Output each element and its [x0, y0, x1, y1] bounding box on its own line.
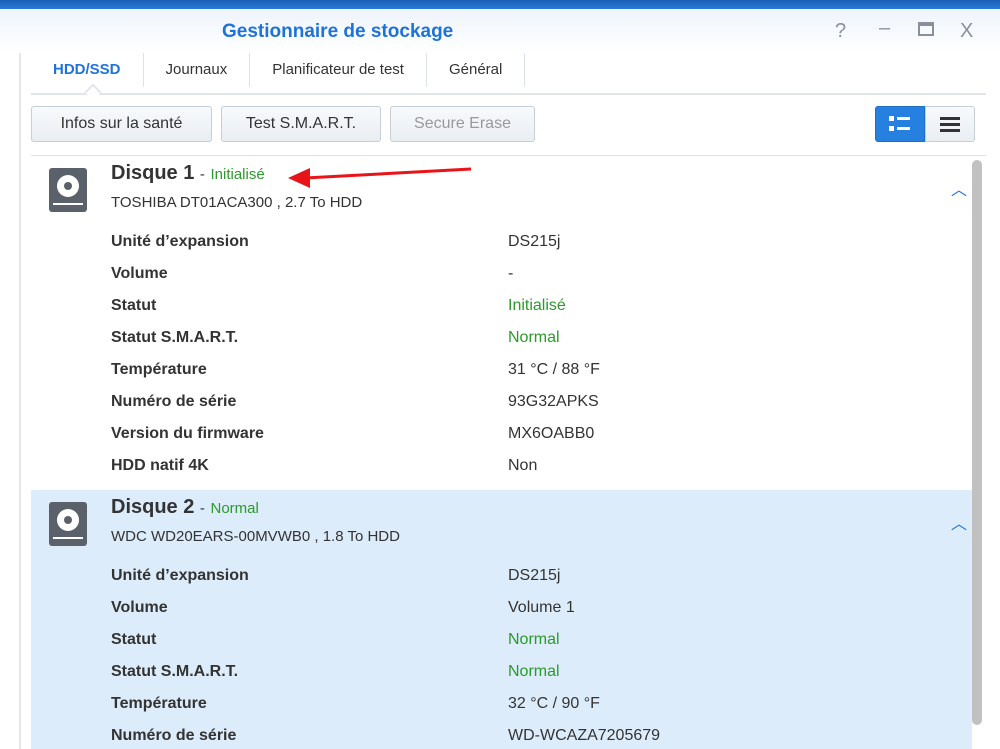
separator: - [199, 500, 205, 517]
detail-row: Numéro de série 93G32APKS [111, 386, 972, 418]
detail-row: Volume Volume 1 [111, 592, 972, 624]
tab-general[interactable]: Général [427, 53, 526, 87]
detail-row: Unité d’expansion DS215j [111, 226, 972, 258]
detail-list-icon [889, 116, 910, 131]
detail-label: Volume [111, 599, 168, 616]
detail-row: Volume - [111, 258, 972, 290]
tab-planificateur[interactable]: Planificateur de test [250, 53, 427, 87]
detail-row: Version du firmware MX6OABB0 [111, 418, 972, 450]
detail-row: Température 31 °C / 88 °F [111, 354, 972, 386]
tab-journaux[interactable]: Journaux [144, 53, 251, 87]
window-top-border [0, 0, 1000, 9]
detail-label: Statut [111, 631, 157, 648]
detail-label: Température [111, 695, 207, 712]
detail-label: Unité d’expansion [111, 233, 249, 250]
secure-erase-button[interactable]: Secure Erase [390, 106, 535, 142]
disk-name: Disque 1 [111, 162, 195, 184]
hdd-icon [49, 502, 87, 546]
detail-label: Version du firmware [111, 425, 264, 442]
list-icon [940, 117, 960, 132]
detail-value: 93G32APKS [508, 393, 599, 410]
detail-view-button[interactable] [875, 106, 925, 142]
detail-value: - [508, 265, 514, 282]
smart-test-button[interactable]: Test S.M.A.R.T. [221, 106, 381, 142]
detail-label: Numéro de série [111, 393, 237, 410]
detail-row: Statut Normal [111, 624, 972, 656]
detail-row: HDD natif 4K Non [111, 450, 972, 482]
disk-status: Initialisé [210, 166, 265, 183]
detail-value: Normal [508, 631, 560, 648]
detail-row: Numéro de série WD-WCAZA7205679 [111, 720, 972, 749]
disk-model: TOSHIBA DT01ACA300 , 2.7 To HDD [111, 194, 363, 211]
detail-label: Statut [111, 297, 157, 314]
disk-section[interactable]: Disque 2 - Normal WDC WD20EARS-00MVWB0 ,… [31, 490, 972, 749]
detail-label: Numéro de série [111, 727, 237, 744]
disk-title: Disque 1 - Initialisé [111, 162, 265, 185]
detail-row: Statut S.M.A.R.T. Normal [111, 656, 972, 688]
disk-title: Disque 2 - Normal [111, 496, 259, 519]
detail-row: Statut S.M.A.R.T. Normal [111, 322, 972, 354]
detail-value: MX6OABB0 [508, 425, 595, 442]
minimize-icon[interactable]: – [879, 17, 890, 40]
scrollbar[interactable] [972, 160, 982, 725]
disk-status: Normal [210, 500, 259, 517]
detail-label: Statut S.M.A.R.T. [111, 663, 239, 680]
panel-border [19, 53, 21, 749]
detail-value: Volume 1 [508, 599, 575, 616]
detail-row: Unité d’expansion DS215j [111, 560, 972, 592]
detail-value: Initialisé [508, 297, 566, 314]
separator: - [199, 166, 205, 183]
help-icon[interactable]: ? [835, 20, 846, 43]
detail-value: DS215j [508, 567, 561, 584]
hdd-icon [49, 168, 87, 212]
detail-value: 31 °C / 88 °F [508, 361, 600, 378]
chevron-up-icon[interactable]: ︿ [951, 176, 967, 200]
detail-row: Température 32 °C / 90 °F [111, 688, 972, 720]
detail-label: Volume [111, 265, 168, 282]
maximize-icon[interactable] [918, 22, 934, 36]
disk-section[interactable]: Disque 1 - Initialisé TOSHIBA DT01ACA300… [31, 156, 972, 490]
detail-label: HDD natif 4K [111, 457, 209, 474]
tab-divider [31, 93, 986, 95]
detail-value: Normal [508, 663, 560, 680]
detail-label: Température [111, 361, 207, 378]
detail-label: Statut S.M.A.R.T. [111, 329, 239, 346]
title-bar: Gestionnaire de stockage ? – X [0, 9, 1000, 53]
window-title: Gestionnaire de stockage [222, 21, 454, 42]
health-info-button[interactable]: Infos sur la santé [31, 106, 212, 142]
disk-model: WDC WD20EARS-00MVWB0 , 1.8 To HDD [111, 528, 400, 545]
detail-value: Non [508, 457, 538, 474]
detail-value: 32 °C / 90 °F [508, 695, 600, 712]
tab-bar: HDD/SSD Journaux Planificateur de test G… [31, 53, 526, 93]
detail-value: DS215j [508, 233, 561, 250]
close-icon[interactable]: X [960, 20, 973, 43]
compact-view-button[interactable] [925, 106, 975, 142]
detail-row: Statut Initialisé [111, 290, 972, 322]
detail-value: Normal [508, 329, 560, 346]
disk-name: Disque 2 [111, 496, 195, 518]
detail-label: Unité d’expansion [111, 567, 249, 584]
chevron-up-icon[interactable]: ︿ [951, 510, 967, 534]
detail-value: WD-WCAZA7205679 [508, 727, 661, 744]
tab-hdd-ssd[interactable]: HDD/SSD [31, 53, 144, 87]
disk-list: Disque 1 - Initialisé TOSHIBA DT01ACA300… [31, 155, 986, 749]
